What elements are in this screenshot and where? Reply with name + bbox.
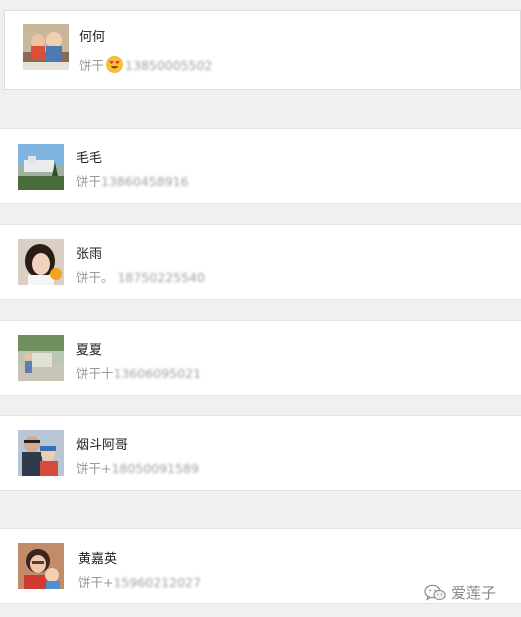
phone-number: 13850005502: [125, 58, 213, 73]
contact-card[interactable]: 张雨 饼干。 18750225540: [0, 224, 521, 300]
note-prefix: 饼干+: [76, 461, 112, 476]
avatar: [18, 430, 64, 476]
contact-card[interactable]: 夏夏 饼干十13606095021: [0, 320, 521, 396]
contact-note: 饼干13860458916: [76, 171, 189, 190]
phone-number: 15960212027: [113, 575, 201, 590]
avatar: [23, 24, 69, 70]
phone-number: 18050091589: [111, 461, 199, 476]
watermark: 爱莲子: [424, 582, 496, 603]
avatar: [18, 543, 64, 589]
note-prefix: 饼干。: [76, 270, 118, 285]
contact-name: 夏夏: [76, 343, 103, 358]
contact-name: 张雨: [76, 247, 103, 262]
contact-name: 黄嘉英: [78, 552, 118, 567]
phone-number: 13860458916: [101, 174, 189, 189]
note-prefix: 饼干+: [78, 575, 114, 590]
contact-note: 饼干。 18750225540: [76, 267, 205, 286]
contact-note: 饼干+15960212027: [78, 572, 201, 591]
contact-card[interactable]: 何何 饼干 13850005502: [4, 10, 521, 90]
note-prefix: 饼干: [76, 174, 102, 189]
note-prefix: 饼干: [79, 58, 105, 73]
contact-name: 烟斗阿哥: [76, 438, 129, 453]
avatar: [18, 335, 64, 381]
contact-card[interactable]: 烟斗阿哥 饼干+18050091589: [0, 415, 521, 491]
heart-eyes-emoji-icon: [106, 56, 123, 73]
note-prefix: 饼干十: [76, 366, 114, 381]
watermark-text: 爱莲子: [451, 584, 497, 602]
phone-number: 18750225540: [117, 270, 205, 285]
contact-note: 饼干 13850005502: [79, 55, 213, 74]
contact-name: 毛毛: [76, 151, 103, 166]
phone-number: 13606095021: [113, 366, 201, 381]
contact-note: 饼干十13606095021: [76, 363, 201, 382]
avatar: [18, 144, 64, 190]
contact-name: 何何: [79, 30, 106, 45]
contact-card[interactable]: 毛毛 饼干13860458916: [0, 128, 521, 204]
avatar: [18, 239, 64, 285]
contact-note: 饼干+18050091589: [76, 458, 199, 477]
wechat-icon: [424, 584, 446, 601]
